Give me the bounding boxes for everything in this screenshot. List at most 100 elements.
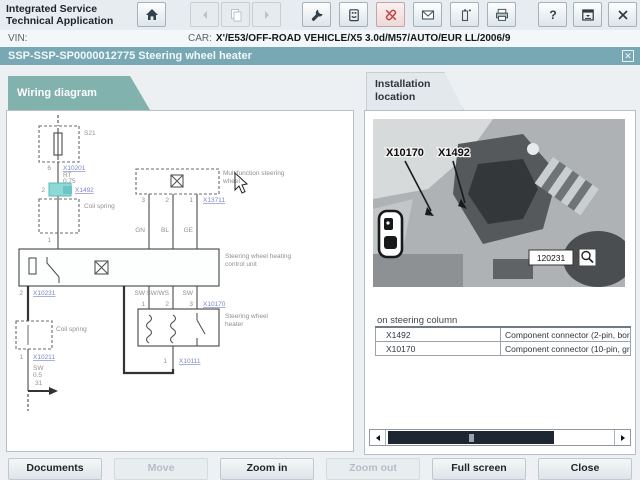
car-value: X'/E53/OFF-ROAD VEHICLE/X5 3.0d/M57/AUTO… (216, 33, 511, 44)
connector-ref[interactable]: X13711 (203, 197, 225, 204)
svg-text:?: ? (549, 8, 556, 22)
pin-number: 1 (163, 358, 167, 365)
broken-link-icon (383, 7, 399, 23)
photo-connector-label-x10170: X10170 (386, 147, 424, 159)
pin-number: 1 (19, 354, 23, 361)
move-button[interactable]: Move (114, 458, 208, 480)
scroll-left-button[interactable] (370, 430, 386, 445)
control-unit-label-2: control unit (225, 261, 257, 268)
printer-icon (494, 7, 510, 23)
steering-column-photo: X10170 X1492 120231 (373, 119, 625, 287)
connector-ref[interactable]: X10211 (33, 354, 55, 361)
print-button[interactable] (487, 2, 516, 27)
home-button[interactable] (137, 2, 166, 27)
scrollbar-track[interactable] (386, 430, 614, 445)
forward-button[interactable] (252, 2, 281, 27)
help-button[interactable]: ? (538, 2, 567, 27)
wrench-icon (309, 7, 325, 23)
wiring-diagram-panel: S21 6 RT 0.75 2 Coil spring 1 Multifunct… (6, 110, 354, 452)
wire-color: SW (183, 290, 194, 297)
pin-number: 6 (47, 165, 51, 172)
coil-spring-label: Coil spring (56, 326, 87, 333)
zoom-out-button[interactable]: Zoom out (326, 458, 420, 480)
documents-button[interactable] (221, 2, 250, 27)
zoom-in-button[interactable]: Zoom in (220, 458, 314, 480)
tab-wiring-diagram[interactable]: Wiring diagram (8, 76, 150, 110)
connector-id: X10170 (376, 342, 501, 356)
vin-label: VIN: (8, 33, 27, 44)
connector-ref[interactable]: X10111 (179, 358, 201, 365)
scroll-left-icon (374, 434, 382, 442)
connector-ref[interactable]: X10201 (63, 165, 86, 172)
scrollbar-thumb[interactable] (388, 431, 554, 444)
wire-gauge: 0.5 (33, 372, 42, 379)
wire-gauge: 0.75 (63, 178, 76, 185)
msw-label-2: wheel (222, 178, 241, 185)
device-icon (346, 7, 362, 23)
wire-color: GN (135, 227, 145, 234)
footer-button-bar: Documents Move Zoom in Zoom out Full scr… (0, 456, 640, 480)
wire-color: SW (33, 365, 44, 372)
tab-installation-label-line2: location (375, 91, 463, 104)
close-button[interactable]: Close (538, 458, 632, 480)
connector-ref[interactable]: X10231 (33, 290, 56, 297)
content-area: Wiring diagram Installation location (0, 65, 640, 456)
table-row[interactable]: X10170 Component connector (10-pin, gree… (376, 342, 631, 356)
forward-arrow-icon (259, 7, 275, 23)
connector-desc: Component connector (2-pin, bordeaux) (501, 327, 631, 342)
tab-installation-location[interactable]: Installation location (366, 72, 464, 110)
ista-window: Integrated Service Technical Application (0, 0, 640, 480)
device-button[interactable] (339, 2, 368, 27)
wiring-diagram-canvas[interactable]: S21 6 RT 0.75 2 Coil spring 1 Multifunct… (7, 111, 353, 451)
image-number: 120231 (537, 253, 566, 263)
pin-number: 2 (19, 290, 23, 297)
document-title: SSP-SSP-SP0000012775 Steering wheel heat… (8, 50, 252, 62)
back-button[interactable] (190, 2, 219, 27)
pin-number: 2 (165, 197, 169, 204)
pin-number: 3 (189, 301, 193, 308)
pin-number: 2 (41, 187, 45, 194)
coil-spring-label: Coil spring (84, 203, 115, 210)
wire-color: SW/WS (146, 290, 169, 297)
scroll-right-icon (619, 434, 627, 442)
pin-number: 2 (165, 301, 169, 308)
heater-label-1: Steering wheel (225, 313, 269, 320)
dock-window-button[interactable] (573, 2, 602, 27)
scroll-right-button[interactable] (614, 430, 630, 445)
table-row[interactable]: X1492 Component connector (2-pin, bordea… (376, 327, 631, 342)
vehicle-info-bar: VIN: CAR:X'/E53/OFF-ROAD VEHICLE/X5 3.0d… (0, 30, 640, 47)
question-mark-icon: ? (545, 7, 561, 23)
connector-ref-x10170[interactable]: X10170 (203, 301, 226, 308)
connector-ref-x1492[interactable]: X1492 (75, 187, 94, 194)
fuse-label: S21 (84, 130, 96, 137)
pin-number: 1 (141, 301, 145, 308)
envelope-icon (420, 7, 436, 23)
connector-table: X1492 Component connector (2-pin, bordea… (375, 326, 631, 356)
document-title-bar: SSP-SSP-SP0000012775 Steering wheel heat… (0, 47, 640, 65)
full-screen-button[interactable]: Full screen (432, 458, 526, 480)
wire-color: BL (161, 227, 169, 234)
top-toolbar: Integrated Service Technical Application (0, 0, 640, 31)
car-position-icon (379, 211, 402, 257)
wire-color: GE (184, 227, 194, 234)
disconnect-button[interactable] (376, 2, 405, 27)
ground-label: 31 (35, 380, 43, 387)
car-info: CAR:X'/E53/OFF-ROAD VEHICLE/X5 3.0d/M57/… (188, 33, 510, 44)
battery-icon (457, 7, 473, 23)
exit-button[interactable] (608, 2, 637, 27)
scrollbar-grip (469, 434, 474, 442)
workshop-button[interactable] (302, 2, 331, 27)
heater-label-2: heater (225, 321, 244, 328)
app-title: Integrated Service Technical Application (6, 3, 113, 28)
connector-id: X1492 (376, 327, 501, 342)
home-icon (144, 7, 160, 23)
msw-label-1: Multifunction steering (223, 170, 285, 177)
documents-footer-button[interactable]: Documents (8, 458, 102, 480)
pin-number: 1 (47, 237, 51, 244)
pages-icon (228, 7, 244, 23)
table-caption: on steering column (377, 315, 457, 326)
document-close-icon[interactable]: ✕ (622, 50, 634, 62)
magnifier-button[interactable] (579, 249, 596, 266)
battery-button[interactable] (450, 2, 479, 27)
mail-button[interactable] (413, 2, 442, 27)
